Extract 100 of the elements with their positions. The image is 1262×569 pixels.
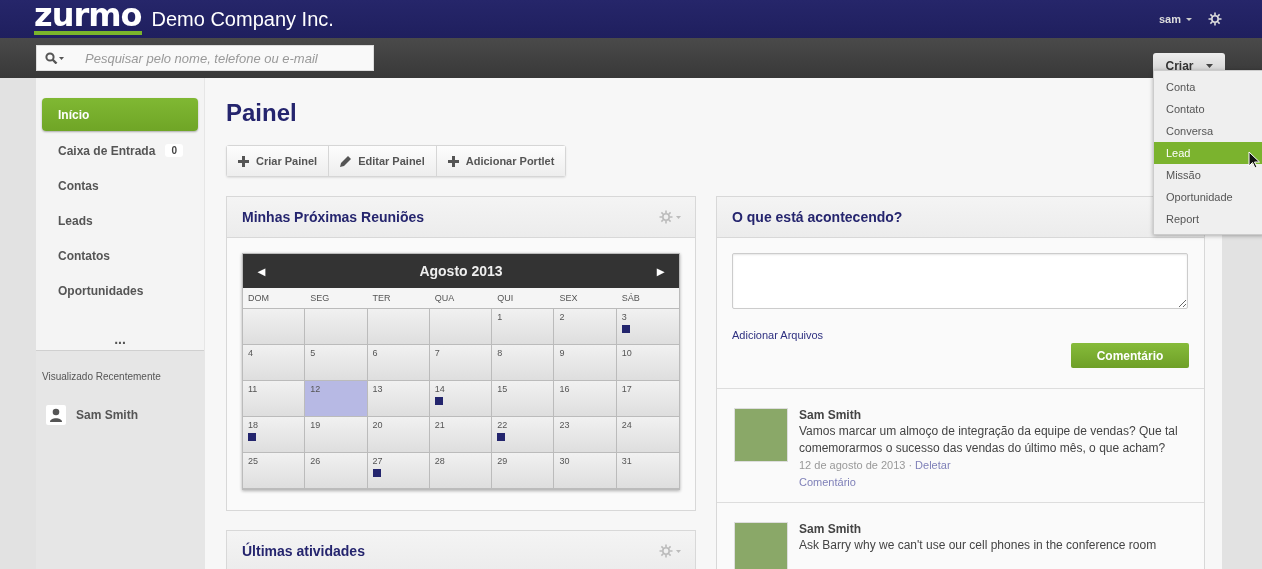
delete-link[interactable]: Deletar xyxy=(915,459,951,471)
day-number: 27 xyxy=(372,456,383,466)
portlet-title: O que está acontecendo? xyxy=(732,209,903,225)
toolbar-button[interactable]: Editar Painel xyxy=(329,146,437,176)
sidebar-item[interactable]: Contatos xyxy=(42,238,198,273)
weekday-label: SEG xyxy=(305,288,368,309)
day-cell[interactable]: 4 xyxy=(243,345,306,381)
day-cell[interactable]: 10 xyxy=(616,345,679,381)
post-text: Ask Barry why we can't use our cell phones in the conference room xyxy=(799,537,1158,554)
day-number: 1 xyxy=(497,312,503,322)
post-text: Vamos marcar um almoço de integração da equipe de vendas? Que tal comemorarmos o sucesso das vendas do último mês, o que acham? xyxy=(799,423,1179,457)
day-cell[interactable]: 26 xyxy=(305,453,368,489)
day-cell[interactable]: 23 xyxy=(554,417,617,453)
day-number: 24 xyxy=(621,420,632,430)
day-cell[interactable]: 29 xyxy=(492,453,555,489)
day-cell[interactable]: 3 xyxy=(616,309,679,345)
settings-icon xyxy=(1208,12,1222,26)
menu-item[interactable]: Conta xyxy=(1154,76,1262,98)
day-cell[interactable]: 21 xyxy=(429,417,493,453)
day-cell[interactable]: 6 xyxy=(367,345,430,381)
toolbar-button[interactable]: Adicionar Portlet xyxy=(436,146,566,176)
day-number: 8 xyxy=(497,348,503,358)
weekday-label: DOM xyxy=(243,288,306,309)
day-number: 11 xyxy=(248,384,258,394)
menu-item[interactable]: Oportunidade xyxy=(1154,186,1262,208)
photo-placeholder xyxy=(734,408,788,462)
sidebar-item[interactable]: Oportunidades xyxy=(42,273,198,308)
post-date: 12 de agosto de 2013 xyxy=(799,459,906,471)
mouse-cursor-icon xyxy=(1248,151,1261,170)
day-cell[interactable]: 5 xyxy=(305,345,368,381)
person-icon xyxy=(46,405,66,425)
menu-item[interactable]: Report xyxy=(1154,208,1262,230)
sidebar-item[interactable]: Contas xyxy=(42,168,198,203)
day-cell[interactable]: 12 xyxy=(305,381,368,417)
day-cell[interactable]: 16 xyxy=(554,381,617,417)
day-cell[interactable]: 11 xyxy=(243,381,306,417)
caret-icon xyxy=(1205,63,1213,68)
search-field[interactable]: Pesquisar pelo nome, telefone ou e-mail xyxy=(36,45,374,71)
day-number: 22 xyxy=(497,420,508,430)
day-cell[interactable]: 24 xyxy=(616,417,679,453)
day-cell[interactable]: 7 xyxy=(429,345,493,381)
day-number: 9 xyxy=(559,348,565,358)
sidebar-item[interactable]: Leads xyxy=(42,203,198,238)
day-cell[interactable]: 19 xyxy=(305,417,368,453)
user-menu[interactable]: sam xyxy=(1158,13,1192,25)
day-number: 23 xyxy=(559,420,570,430)
day-cell[interactable]: 22 xyxy=(492,417,555,453)
day-number: 19 xyxy=(310,420,321,430)
caret-icon xyxy=(1186,17,1192,21)
day-cell xyxy=(305,309,368,345)
plus-icon xyxy=(447,155,459,167)
attach-files-link[interactable]: Adicionar Arquivos xyxy=(732,329,824,341)
day-number: 29 xyxy=(497,456,508,466)
day-number: 21 xyxy=(434,420,445,430)
comment-link[interactable]: Comentário xyxy=(799,476,1189,488)
menu-item[interactable]: Contato xyxy=(1154,98,1262,120)
menu-item[interactable]: Missão xyxy=(1154,164,1262,186)
day-cell xyxy=(367,309,430,345)
day-cell[interactable]: 14 xyxy=(429,381,493,417)
day-number: 15 xyxy=(497,384,508,394)
day-number: 13 xyxy=(372,384,383,394)
day-number: 18 xyxy=(248,420,258,430)
sidebar-item[interactable]: Caixa de Entrada 0 xyxy=(42,133,198,168)
menu-item[interactable]: Conversa xyxy=(1154,120,1262,142)
day-cell[interactable]: 1 xyxy=(492,309,555,345)
day-number: 25 xyxy=(248,456,258,466)
previous-month-button[interactable]: ◄ xyxy=(253,263,270,279)
author-name[interactable]: Sam Smith xyxy=(799,408,1189,422)
day-cell[interactable]: 30 xyxy=(554,453,617,489)
day-cell[interactable]: 20 xyxy=(367,417,430,453)
page-title: Painel xyxy=(226,98,297,128)
day-cell[interactable]: 9 xyxy=(554,345,617,381)
day-number: 2 xyxy=(559,312,565,322)
day-number: 4 xyxy=(248,348,253,358)
day-cell xyxy=(429,309,493,345)
day-cell[interactable]: 25 xyxy=(243,453,306,489)
separator-dot: · xyxy=(908,459,913,471)
author-name[interactable]: Sam Smith xyxy=(799,522,1189,536)
day-number: 31 xyxy=(621,456,632,466)
more-button[interactable]: ... xyxy=(36,334,204,350)
day-cell[interactable]: 27 xyxy=(367,453,430,489)
day-cell[interactable]: 15 xyxy=(492,381,555,417)
pencil-icon xyxy=(340,155,352,167)
day-cell[interactable]: 8 xyxy=(492,345,555,381)
day-number: 20 xyxy=(372,420,383,430)
day-cell[interactable]: 31 xyxy=(616,453,679,489)
settings-icon xyxy=(659,544,681,558)
day-number: 5 xyxy=(310,348,316,358)
day-cell[interactable]: 18 xyxy=(243,417,306,453)
day-cell[interactable]: 17 xyxy=(616,381,679,417)
count-badge: 0 xyxy=(165,144,183,157)
weekday-label: SEX xyxy=(554,288,617,309)
day-cell[interactable]: 2 xyxy=(554,309,617,345)
day-cell[interactable]: 13 xyxy=(367,381,430,417)
recent-item-link[interactable]: Sam Smith xyxy=(76,408,138,422)
toolbar-button[interactable]: Criar Painel xyxy=(227,146,330,176)
day-cell[interactable]: 28 xyxy=(429,453,493,489)
weekday-label: SÁB xyxy=(616,288,679,309)
comment-input[interactable] xyxy=(732,253,1188,309)
next-month-button[interactable]: ► xyxy=(652,263,669,279)
